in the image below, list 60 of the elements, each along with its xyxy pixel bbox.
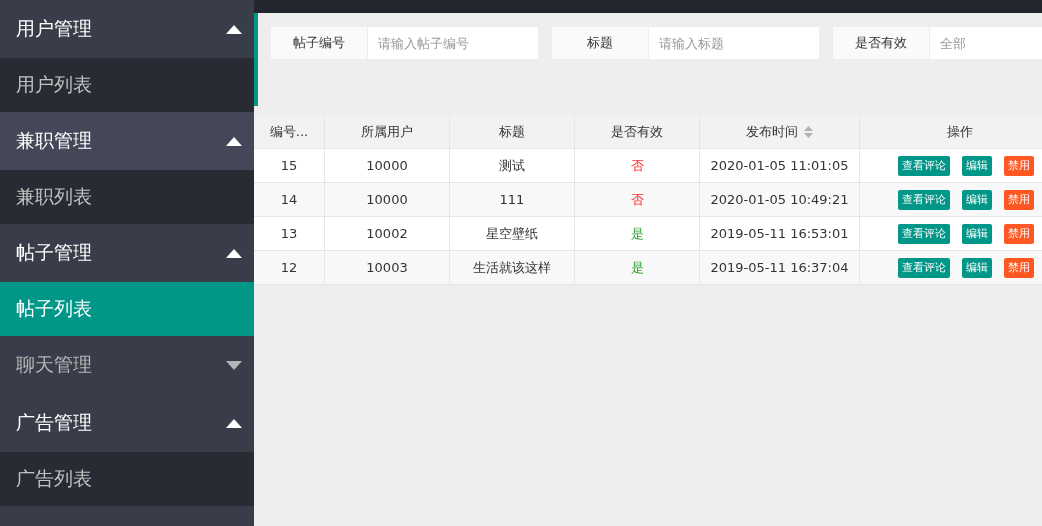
column-header-label: 所属用户: [361, 122, 413, 141]
table-cell: 2020-01-05 11:01:05: [700, 149, 860, 183]
table-cell: 2019-05-11 16:53:01: [700, 217, 860, 251]
table-cell: 是: [575, 251, 700, 285]
edit-button[interactable]: 编辑: [962, 257, 992, 278]
input-field[interactable]: 全部: [930, 27, 1042, 59]
menu-item[interactable]: 用户列表: [0, 58, 254, 112]
menu-group-label: 帖子管理: [16, 240, 92, 265]
sort-icon[interactable]: [804, 125, 813, 138]
caret-icon: [226, 24, 242, 34]
table-cell: 12: [254, 251, 325, 285]
menu-item[interactable]: 兼职列表: [0, 170, 254, 224]
column-header-label: 编号...: [269, 122, 309, 141]
table-cell: 15: [254, 149, 325, 183]
table-cell: 星空壁纸: [450, 217, 575, 251]
view-comments-button[interactable]: 查看评论: [898, 189, 950, 210]
filter-label: 是否有效: [833, 27, 930, 59]
menu-group-label: 广告管理: [16, 410, 92, 435]
menu-group-label: 用户管理: [16, 16, 92, 41]
view-comments-button[interactable]: 查看评论: [898, 155, 950, 176]
input-field[interactable]: 请输入帖子编号: [368, 27, 538, 59]
table-cell: 是: [575, 217, 700, 251]
caret-icon: [226, 360, 242, 370]
edit-button[interactable]: 编辑: [962, 189, 992, 210]
table-cell: 10000: [325, 149, 450, 183]
menu-item[interactable]: 广告列表: [0, 452, 254, 506]
caret-icon: [226, 418, 242, 428]
table-cell: 10002: [325, 217, 450, 251]
filter-label: 标题: [552, 27, 649, 59]
view-comments-button[interactable]: 查看评论: [898, 223, 950, 244]
table-cell: 测试: [450, 149, 575, 183]
table-cell: 111: [450, 183, 575, 217]
filter-label: 帖子编号: [271, 27, 368, 59]
table-cell: 否: [575, 183, 700, 217]
menu-item[interactable]: 帖子列表: [0, 282, 254, 336]
table-cell: 2019-05-11 16:37:04: [700, 251, 860, 285]
table-cell: 10000: [325, 183, 450, 217]
input-field[interactable]: 请输入标题: [649, 27, 819, 59]
caret-icon: [226, 136, 242, 146]
table-cell: 生活就该这样: [450, 251, 575, 285]
disable-button[interactable]: 禁用: [1004, 257, 1034, 278]
caret-icon: [226, 248, 242, 258]
table-cell: 14: [254, 183, 325, 217]
disable-button[interactable]: 禁用: [1004, 223, 1034, 244]
table-cell: 2020-01-05 10:49:21: [700, 183, 860, 217]
menu-group-label: 聊天管理: [16, 352, 92, 377]
table-cell: 10003: [325, 251, 450, 285]
column-header-label: 操作: [946, 122, 973, 141]
view-comments-button[interactable]: 查看评论: [898, 257, 950, 278]
menu-group-label: 兼职管理: [16, 128, 92, 153]
table-cell: 13: [254, 217, 325, 251]
disable-button[interactable]: 禁用: [1004, 155, 1034, 176]
column-header-label: 标题: [499, 122, 525, 141]
column-header-label: 发布时间: [746, 122, 798, 141]
menu-group[interactable]: 兼职管理: [0, 112, 254, 170]
table-cell: 否: [575, 149, 700, 183]
disable-button[interactable]: 禁用: [1004, 189, 1034, 210]
edit-button[interactable]: 编辑: [962, 155, 992, 176]
column-header-label: 是否有效: [611, 122, 663, 141]
edit-button[interactable]: 编辑: [962, 223, 992, 244]
